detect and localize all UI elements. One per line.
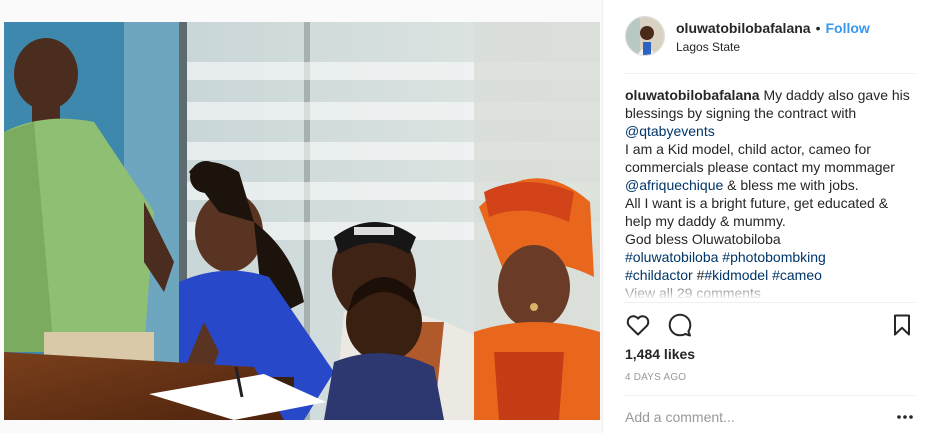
- caption-line-1: oluwatobilobafalana My daddy also gave h…: [625, 86, 917, 140]
- action-bar: [625, 312, 915, 338]
- mention-afriquechique[interactable]: @afriquechique: [625, 177, 723, 193]
- caption-area: oluwatobilobafalana My daddy also gave h…: [625, 86, 917, 300]
- more-options-button[interactable]: [895, 407, 915, 427]
- divider: [623, 73, 915, 74]
- caption-text-2: I am a Kid model, child actor, cameo for…: [625, 141, 895, 175]
- comment-bar: [625, 405, 915, 429]
- hashtag-line-1: #oluwatobiloba #photobombking: [625, 248, 917, 266]
- comment-icon: [668, 313, 692, 337]
- caption-text-2-tail: & bless me with jobs.: [723, 177, 859, 193]
- hashtag-photobombking[interactable]: #photobombking: [722, 249, 826, 265]
- divider: [623, 395, 915, 396]
- post-photo[interactable]: [4, 22, 600, 420]
- header-line: oluwatobilobafalana • Follow: [676, 19, 870, 37]
- caption-line-4: God bless Oluwatobiloba: [625, 231, 781, 247]
- header-username[interactable]: oluwatobilobafalana: [676, 19, 811, 37]
- bookmark-icon: [894, 314, 910, 336]
- separator-dot: •: [815, 19, 821, 36]
- hashtag-oluwatobiloba[interactable]: #oluwatobiloba: [625, 249, 718, 265]
- caption-line-2: I am a Kid model, child actor, cameo for…: [625, 140, 917, 194]
- hashtag-childactor[interactable]: #childactor: [625, 267, 693, 283]
- divider: [623, 302, 915, 303]
- post-date[interactable]: 4 DAYS AGO: [625, 372, 686, 383]
- hashtag-cameo[interactable]: #cameo: [772, 267, 822, 283]
- caption-fade: [625, 290, 917, 300]
- mention-qtabyevents[interactable]: @qtabyevents: [625, 123, 715, 139]
- hashtag-kidmodel[interactable]: #kidmodel: [704, 267, 768, 283]
- comment-button[interactable]: [667, 312, 693, 338]
- avatar[interactable]: [625, 16, 665, 56]
- caption-line-3: All I want is a bright future, get educa…: [625, 195, 889, 229]
- location-link[interactable]: Lagos State: [676, 40, 870, 54]
- save-button[interactable]: [889, 312, 915, 338]
- follow-button[interactable]: Follow: [825, 19, 869, 37]
- instagram-post: oluwatobilobafalana • Follow Lagos State…: [0, 0, 938, 433]
- post-sidebar: oluwatobilobafalana • Follow Lagos State…: [603, 0, 938, 433]
- like-button[interactable]: [625, 312, 651, 338]
- caption-username[interactable]: oluwatobilobafalana: [625, 87, 760, 103]
- header-text: oluwatobilobafalana • Follow Lagos State: [676, 19, 870, 54]
- post-header: oluwatobilobafalana • Follow Lagos State: [603, 0, 938, 72]
- comment-input[interactable]: [625, 409, 875, 425]
- hashtag-line-2: #childactor ##kidmodel #cameo: [625, 266, 917, 284]
- more-options-icon: [897, 415, 913, 419]
- likes-count[interactable]: 1,484 likes: [625, 346, 695, 362]
- heart-icon: [626, 315, 650, 336]
- photo-panel: [0, 0, 603, 433]
